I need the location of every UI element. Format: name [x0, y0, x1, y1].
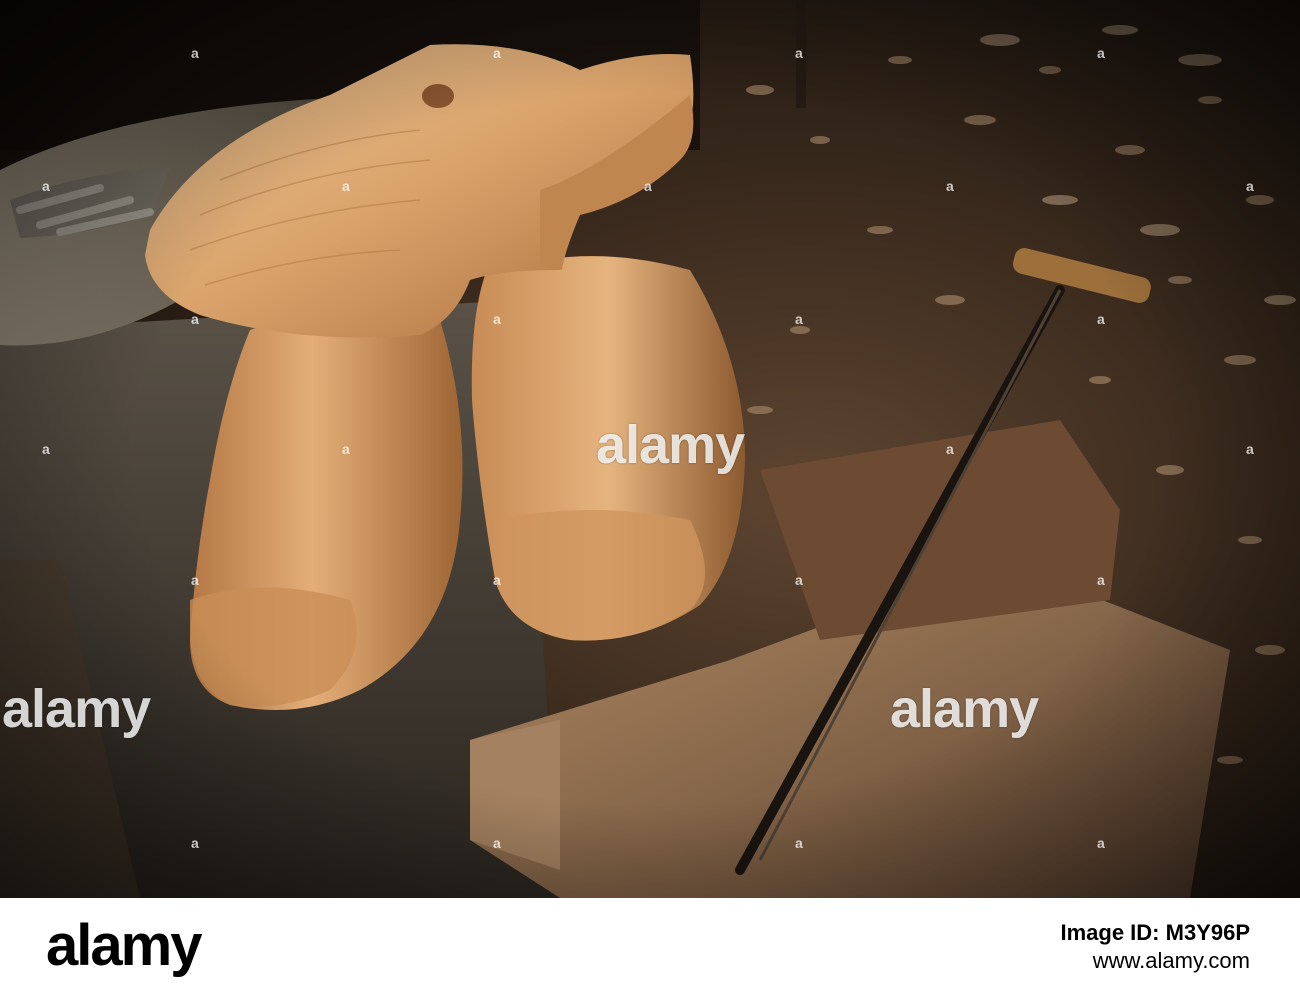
- alamy-logo: alamy: [46, 913, 202, 978]
- clog-workshop-illustration: [0, 0, 1300, 898]
- vignette: [0, 0, 1300, 898]
- photo: alamy alamy alamy a a a a a a a a a a a …: [0, 0, 1300, 898]
- site-url[interactable]: www.alamy.com: [1060, 948, 1250, 974]
- image-id: Image ID: M3Y96P: [1060, 920, 1250, 945]
- stage: alamy alamy alamy a a a a a a a a a a a …: [0, 0, 1300, 988]
- image-info: Image ID: M3Y96P www.alamy.com: [1060, 920, 1250, 974]
- footer-bar: alamy Image ID: M3Y96P www.alamy.com: [0, 898, 1300, 988]
